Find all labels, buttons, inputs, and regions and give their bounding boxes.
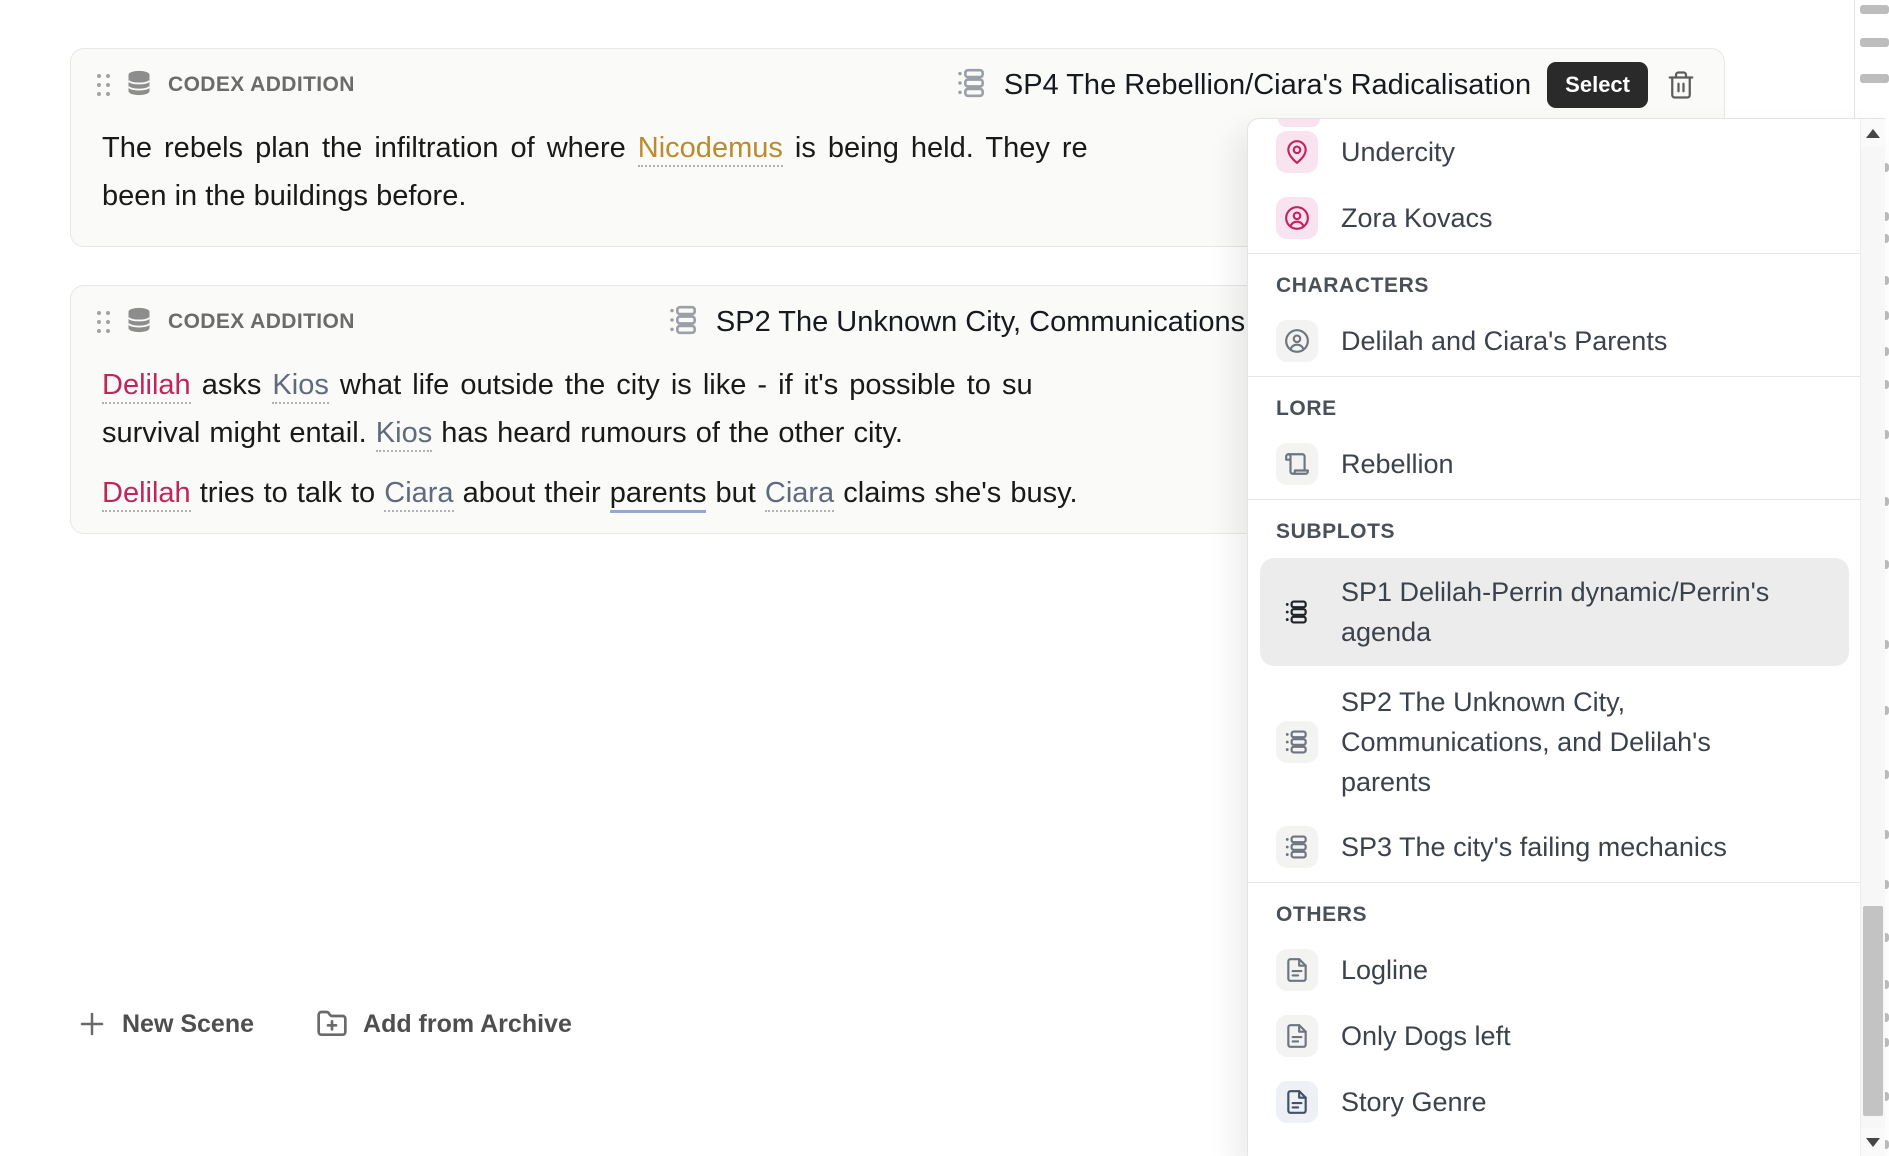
dropdown-section-header: LORE xyxy=(1248,377,1861,431)
dropdown-scrollbar[interactable] xyxy=(1860,119,1885,1156)
codex-link[interactable]: parents xyxy=(610,477,707,513)
dropdown-item-label: Delilah and Ciara's Parents xyxy=(1341,321,1667,361)
dropdown-item-label: Zora Kovacs xyxy=(1341,198,1493,238)
codex-link[interactable]: Kios xyxy=(376,417,432,452)
subplot-icon xyxy=(956,67,988,104)
body-text: asks xyxy=(191,369,273,401)
scroll-icon xyxy=(1276,443,1318,485)
subplot-icon xyxy=(1276,826,1318,868)
add-from-archive-button[interactable]: Add from Archive xyxy=(314,1002,574,1046)
dropdown-item[interactable]: SP1 Delilah-Perrin dynamic/Perrin's agen… xyxy=(1260,558,1849,666)
codex-link[interactable]: Ciara xyxy=(765,477,834,512)
dropdown-item[interactable]: Story Genre xyxy=(1248,1069,1861,1135)
dropdown-item[interactable]: Only Dogs left xyxy=(1248,1003,1861,1069)
scrollbar-thumb[interactable] xyxy=(1863,906,1883,1116)
dropdown-section-header: CHARACTERS xyxy=(1248,254,1861,308)
dropdown-item-label: Undercity xyxy=(1341,132,1455,172)
dropdown-item-label: Only Dogs left xyxy=(1341,1016,1511,1056)
dropdown-item[interactable]: Delilah and Ciara's Parents xyxy=(1248,308,1861,374)
body-text: is being held. They re xyxy=(783,132,1088,164)
codex-link[interactable]: Delilah xyxy=(102,477,191,512)
arrow-up-icon xyxy=(1866,129,1880,138)
file-text-icon xyxy=(1276,1015,1318,1057)
dropdown-group: OTHERS Logline Only Dogs left Story Genre xyxy=(1248,882,1861,1135)
subplot-icon xyxy=(668,304,700,341)
scene-editor-page: CODEX ADDITION SP4 The Rebellion/Ciara's… xyxy=(0,0,1889,1156)
dropdown-item-label: SP3 The city's failing mechanics xyxy=(1341,827,1727,867)
dropdown-item[interactable]: Zora Kovacs xyxy=(1248,185,1861,251)
codex-link[interactable]: Nicodemus xyxy=(638,132,783,167)
database-icon xyxy=(125,306,153,339)
new-scene-label: New Scene xyxy=(122,1010,254,1039)
map-pin-icon xyxy=(1276,131,1318,173)
body-text: claims she's busy. xyxy=(834,477,1077,509)
scroll-up-button[interactable] xyxy=(1861,119,1885,147)
dropdown-item[interactable]: SP2 The Unknown City, Communications, an… xyxy=(1248,670,1861,814)
codex-picker-dropdown: Undercity Zora Kovacs CHARACTERS Delilah an… xyxy=(1247,118,1885,1156)
dropdown-group: CHARACTERS Delilah and Ciara's Parents xyxy=(1248,253,1861,374)
scroll-down-button[interactable] xyxy=(1861,1128,1885,1156)
card-type-label: CODEX ADDITION xyxy=(168,73,355,97)
add-from-archive-label: Add from Archive xyxy=(363,1010,572,1039)
card-type-label: CODEX ADDITION xyxy=(168,310,355,334)
codex-link[interactable]: Kios xyxy=(272,369,328,404)
codex-link[interactable]: Delilah xyxy=(102,369,191,404)
trash-icon[interactable] xyxy=(1664,68,1698,102)
dropdown-item[interactable]: Logline xyxy=(1248,937,1861,1003)
plus-icon xyxy=(77,1009,107,1039)
body-text: The rebels plan the infiltration of wher… xyxy=(102,132,638,164)
dropdown-group: Undercity Zora Kovacs xyxy=(1248,119,1861,251)
codex-link[interactable]: Ciara xyxy=(384,477,453,512)
file-text-icon xyxy=(1276,1081,1318,1123)
select-button[interactable]: Select xyxy=(1547,62,1648,108)
new-scene-button[interactable]: New Scene xyxy=(75,1003,256,1045)
scrollbar-mark xyxy=(1860,74,1889,83)
file-text-icon xyxy=(1276,949,1318,991)
codex-picker-list: Undercity Zora Kovacs CHARACTERS Delilah an… xyxy=(1248,119,1861,1156)
dropdown-item-label: SP1 Delilah-Perrin dynamic/Perrin's agen… xyxy=(1341,572,1769,652)
subplot-icon xyxy=(1276,721,1318,763)
partially-scrolled-item-chip xyxy=(1278,119,1320,127)
dropdown-item-label: Logline xyxy=(1341,950,1428,990)
dropdown-item-label: SP2 The Unknown City, Communications, an… xyxy=(1341,682,1711,802)
scene-footer: New Scene Add from Archive xyxy=(75,1002,574,1046)
scrollbar-mark xyxy=(1860,5,1889,14)
body-text: tries to talk to xyxy=(191,477,385,509)
dropdown-item-label: Story Genre xyxy=(1341,1082,1487,1122)
subplot-icon xyxy=(1276,591,1318,633)
body-text: about their xyxy=(454,477,610,509)
dropdown-section-header: SUBPLOTS xyxy=(1248,500,1861,554)
card-title: SP4 The Rebellion/Ciara's Radicalisation xyxy=(1004,69,1531,102)
body-text: but xyxy=(706,477,764,509)
body-text: survival might entail. xyxy=(102,417,376,449)
body-text: what life outside the city is like - if … xyxy=(329,369,1033,401)
body-text: been in the buildings before. xyxy=(102,180,466,212)
drag-handle-icon[interactable] xyxy=(97,74,110,96)
dropdown-group: SUBPLOTS SP1 Delilah-Perrin dynamic/Perri… xyxy=(1248,499,1861,880)
dropdown-section-header: OTHERS xyxy=(1248,883,1861,937)
arrow-down-icon xyxy=(1866,1138,1880,1147)
dropdown-item-label: Rebellion xyxy=(1341,444,1454,484)
scrollbar-mark xyxy=(1860,38,1889,47)
dropdown-item[interactable]: Rebellion xyxy=(1248,431,1861,497)
body-text: has heard rumours of the other city. xyxy=(432,417,903,449)
folder-plus-icon xyxy=(316,1008,348,1040)
dropdown-item[interactable]: SP3 The city's failing mechanics xyxy=(1248,814,1861,880)
person-circle-icon xyxy=(1276,197,1318,239)
card-header: CODEX ADDITION SP4 The Rebellion/Ciara's… xyxy=(97,62,1698,108)
database-icon xyxy=(125,69,153,102)
person-circle-icon xyxy=(1276,320,1318,362)
dropdown-group: LORE Rebellion xyxy=(1248,376,1861,497)
drag-handle-icon[interactable] xyxy=(97,311,110,333)
dropdown-item[interactable]: Undercity xyxy=(1248,119,1861,185)
